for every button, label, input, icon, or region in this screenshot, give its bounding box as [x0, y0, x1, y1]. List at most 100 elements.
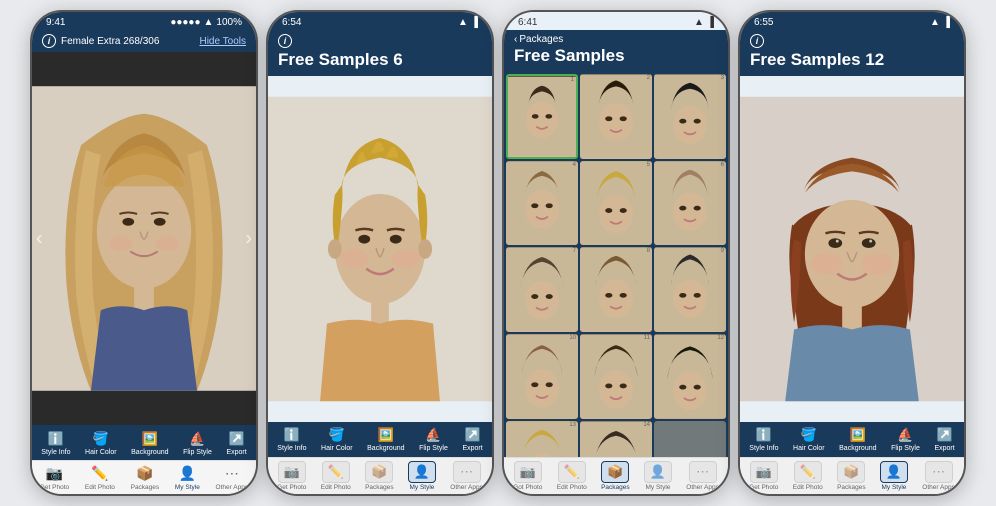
background-btn-4[interactable]: 🖼️ Background: [836, 425, 879, 454]
phone4-bottom-tabs: 📷 Get Photo ✏️ Edit Photo 📦 Packages 👤 M…: [740, 457, 964, 494]
hair-cell-14[interactable]: 14: [580, 421, 652, 457]
other-apps-label-1: Other Apps: [216, 484, 249, 491]
tab-other-apps-1[interactable]: ⋯ Other Apps: [216, 464, 249, 491]
female-extra-label: Female Extra 268/306: [61, 36, 159, 47]
tab-my-style-3[interactable]: 👤 My Style: [644, 461, 672, 491]
hair-cell-12[interactable]: 12: [654, 334, 726, 419]
hair-cell-3[interactable]: 3: [654, 74, 726, 159]
phone-2: 6:54 ▲ ▐ i Free Samples 6: [266, 10, 494, 496]
tab-edit-photo-3[interactable]: ✏️ Edit Photo: [557, 461, 587, 491]
tab-packages-4[interactable]: 📦 Packages: [837, 461, 866, 491]
hair-color-btn-1[interactable]: 🪣 Hair Color: [82, 429, 120, 458]
my-style-label-1: My Style: [175, 484, 200, 491]
wifi-icon: ▲: [204, 17, 214, 28]
hair-cell-11[interactable]: 11: [580, 334, 652, 419]
other-apps-box-2: ⋯: [453, 461, 481, 483]
background-btn-2[interactable]: 🖼️ Background: [364, 425, 407, 454]
chevron-right-btn[interactable]: ›: [245, 227, 252, 250]
flip-icon-1: ⛵: [188, 431, 206, 447]
export-icon-4: ↗️: [936, 427, 954, 443]
flip-style-btn-2[interactable]: ⛵ Flip Style: [416, 425, 451, 454]
wifi-icon-2: ▲: [458, 17, 468, 28]
phone3-bottom-tabs: 📷 Got Photo ✏️ Edit Photo 📦 Packages 👤 M…: [504, 457, 728, 494]
cell-num-6: 6: [721, 162, 724, 168]
get-photo-box-2: 📷: [278, 461, 306, 483]
tab-packages-3[interactable]: 📦 Packages: [601, 461, 630, 491]
tab-packages-2[interactable]: 📦 Packages: [365, 461, 394, 491]
tab-my-style-2[interactable]: 👤 My Style: [408, 461, 436, 491]
other-apps-icon-1: ⋯: [221, 464, 243, 482]
my-style-icon-1: 👤: [176, 464, 198, 482]
export-btn-4[interactable]: ↗️ Export: [931, 425, 957, 454]
hair-cell-7[interactable]: 7: [506, 247, 578, 332]
hair-cell-4[interactable]: 4: [506, 161, 578, 246]
hair-cell-9[interactable]: 9: [654, 247, 726, 332]
style-info-btn-2[interactable]: ℹ️ Style Info: [274, 425, 309, 454]
chevron-left-btn[interactable]: ‹: [36, 227, 43, 250]
cell-num-7: 7: [573, 248, 576, 254]
phone1-header: i Female Extra 268/306 Hide Tools: [32, 30, 256, 52]
my-style-tab-label-3: My Style: [646, 484, 671, 491]
info-icon-4[interactable]: i: [750, 34, 764, 48]
flip-style-btn-1[interactable]: ⛵ Flip Style: [180, 429, 215, 458]
other-apps-tab-label-2: Other Apps: [450, 484, 483, 491]
cell-num-1: 1: [571, 77, 574, 83]
background-label-4: Background: [839, 445, 876, 452]
hair-grid-container: 1 2: [504, 72, 728, 457]
export-btn-1[interactable]: ↗️ Export: [223, 429, 249, 458]
tab-get-photo-4[interactable]: 📷 Get Photo: [749, 461, 778, 491]
back-button[interactable]: ‹ Packages: [514, 34, 718, 45]
phone3-title: Free Samples: [514, 46, 718, 66]
tab-edit-photo-2[interactable]: ✏️ Edit Photo: [321, 461, 351, 491]
tab-get-photo-1[interactable]: 📷 Get Photo: [40, 464, 69, 491]
hair-cell-5[interactable]: 5: [580, 161, 652, 246]
style-info-label-4: Style Info: [749, 445, 778, 452]
tab-edit-photo-4[interactable]: ✏️ Edit Photo: [793, 461, 823, 491]
tab-other-apps-4[interactable]: ⋯ Other Apps: [922, 461, 955, 491]
background-btn-1[interactable]: 🖼️ Background: [128, 429, 171, 458]
cell-num-10: 10: [569, 335, 576, 341]
hair-cell-13[interactable]: 13: [506, 421, 578, 457]
cell-num-12: 12: [717, 335, 724, 341]
tab-other-apps-2[interactable]: ⋯ Other Apps: [450, 461, 483, 491]
phone-4: 6:55 ▲ ▐ i Free Samples 12: [738, 10, 966, 496]
hair-cell-8[interactable]: 8: [580, 247, 652, 332]
tab-my-style-4[interactable]: 👤 My Style: [880, 461, 908, 491]
export-btn-2[interactable]: ↗️ Export: [459, 425, 485, 454]
hair-color-btn-2[interactable]: 🪣 Hair Color: [318, 425, 356, 454]
hair-cell-6[interactable]: 6: [654, 161, 726, 246]
background-icon-1: 🖼️: [141, 431, 159, 447]
edit-photo-tab-label-3: Edit Photo: [557, 484, 587, 491]
style-info-btn-4[interactable]: ℹ️ Style Info: [746, 425, 781, 454]
hair-cell-1[interactable]: 1: [506, 74, 578, 159]
tab-edit-photo-1[interactable]: ✏️ Edit Photo: [85, 464, 115, 491]
status-bar-3: 6:41 ▲ ▐: [504, 12, 728, 30]
tab-packages-1[interactable]: 📦 Packages: [131, 464, 160, 491]
edit-photo-tab-label-2: Edit Photo: [321, 484, 351, 491]
packages-box-2: 📦: [365, 461, 393, 483]
style-info-btn-1[interactable]: ℹ️ Style Info: [38, 429, 73, 458]
tab-get-photo-2[interactable]: 📷 Get Photo: [277, 461, 306, 491]
packages-tab-label-2: Packages: [365, 484, 394, 491]
hide-tools-btn[interactable]: Hide Tools: [199, 36, 246, 47]
phone2-main-photo: [268, 76, 492, 422]
export-icon-1: ↗️: [228, 431, 246, 447]
tab-other-apps-3[interactable]: ⋯ Other Apps: [686, 461, 719, 491]
hair-cell-10[interactable]: 10: [506, 334, 578, 419]
get-photo-tab-label-4: Get Photo: [749, 484, 778, 491]
other-apps-tab-label-4: Other Apps: [922, 484, 955, 491]
tab-my-style-1[interactable]: 👤 My Style: [175, 464, 200, 491]
tab-got-photo-3[interactable]: 📷 Got Photo: [513, 461, 542, 491]
edit-photo-tab-label-4: Edit Photo: [793, 484, 823, 491]
info-icon-1[interactable]: i: [42, 34, 56, 48]
hair-color-btn-4[interactable]: 🪣 Hair Color: [790, 425, 828, 454]
info-icon-2[interactable]: i: [278, 34, 292, 48]
cell-num-13: 13: [569, 422, 576, 428]
cell-num-14: 14: [643, 422, 650, 428]
status-bar-1: 9:41 ●●●●● ▲ 100%: [32, 12, 256, 30]
flip-style-btn-4[interactable]: ⛵ Flip Style: [888, 425, 923, 454]
hair-cell-2[interactable]: 2: [580, 74, 652, 159]
status-icons-1: ●●●●● ▲ 100%: [170, 17, 242, 28]
phone3-hair-grid: 1 2: [504, 72, 728, 457]
packages-tab-label-4: Packages: [837, 484, 866, 491]
